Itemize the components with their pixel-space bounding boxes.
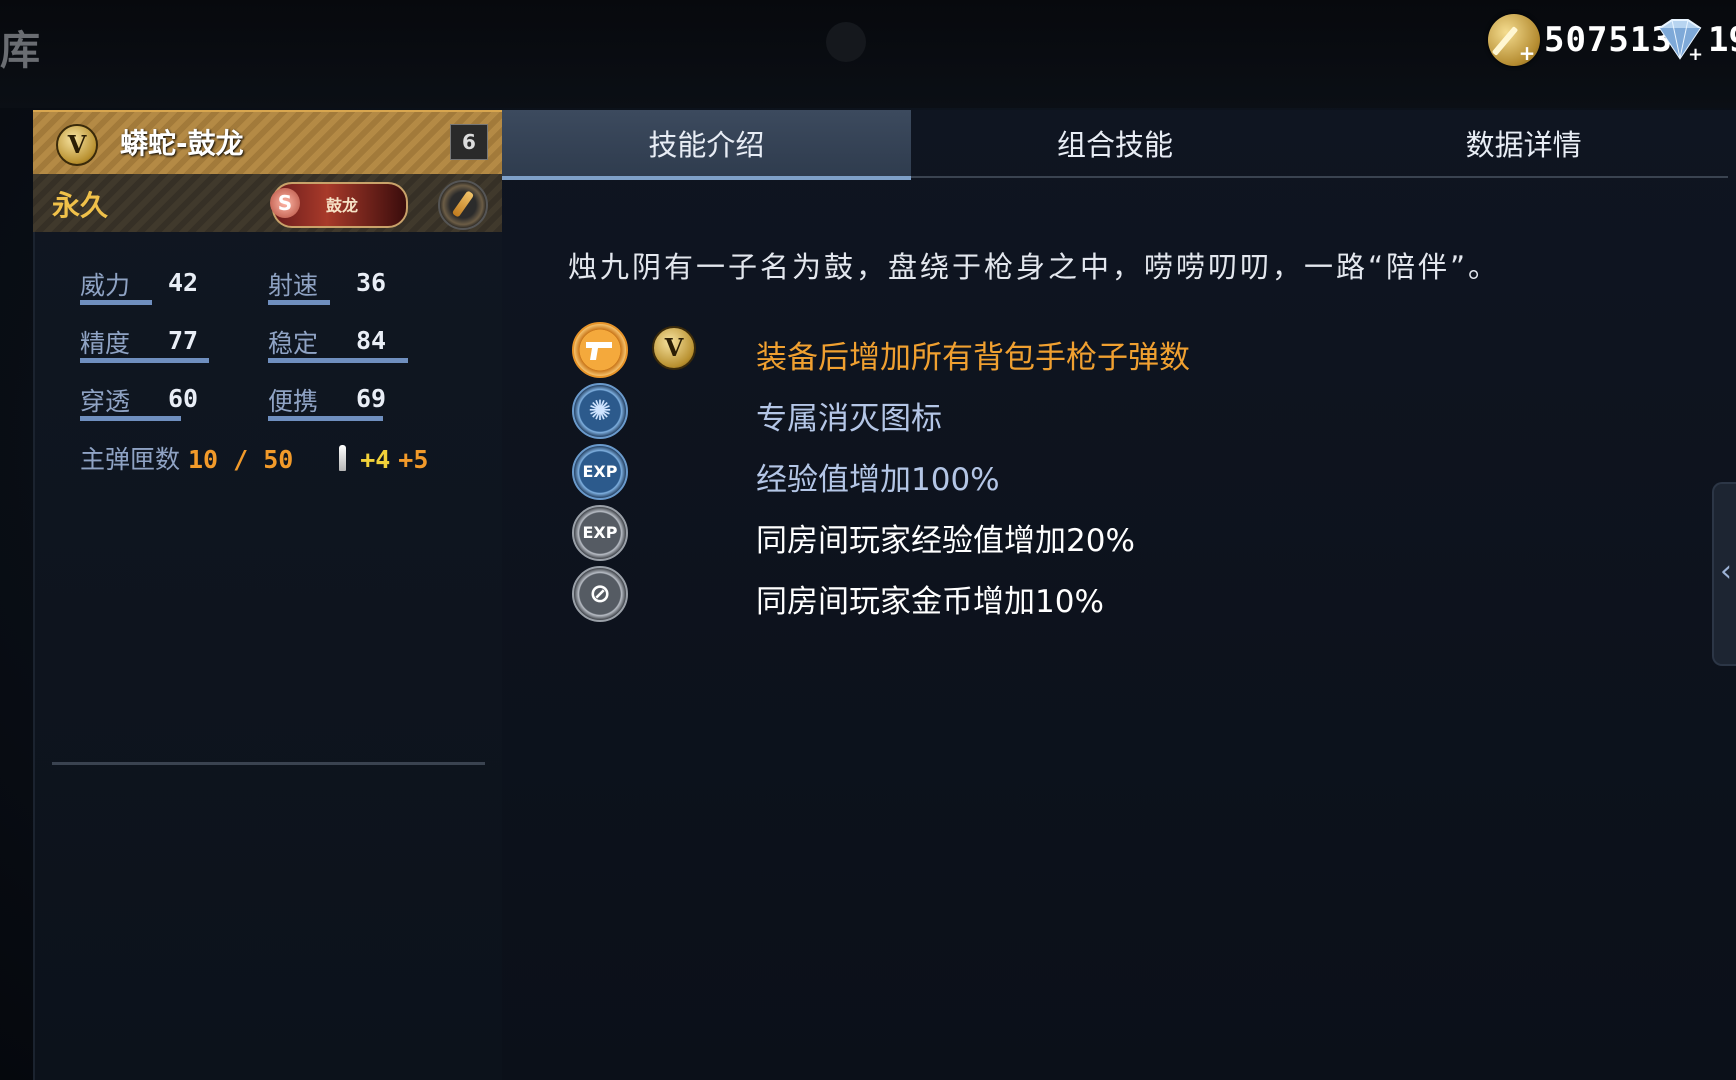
- stat-label: 射速: [268, 271, 319, 300]
- weapon-header: [33, 110, 502, 176]
- weapon-level-badge: 6: [450, 124, 488, 160]
- skill-row: V 装备后增加所有背包手枪子弹数: [572, 322, 1572, 378]
- stat-value: 69: [356, 384, 387, 413]
- top-center-indicator: [826, 22, 866, 62]
- tab-data-details[interactable]: 数据详情: [1319, 110, 1728, 176]
- diamond-icon[interactable]: +: [1652, 18, 1708, 62]
- tab-bar: 技能介绍 组合技能 数据详情: [502, 110, 1728, 180]
- ammo-label: 主弹匣数: [80, 445, 181, 474]
- skill-row: ⊘ 同房间玩家金币增加10%: [572, 566, 1572, 622]
- pistol-icon: [572, 322, 628, 378]
- panel-divider: [52, 762, 485, 765]
- weapon-duration: 永久: [52, 189, 109, 222]
- ammo-bonus-primary: +4: [360, 445, 391, 474]
- collapse-panel-handle[interactable]: ‹: [1712, 482, 1736, 666]
- skill-row: EXP 经验值增加100%: [572, 444, 1572, 500]
- stat-value: 42: [168, 268, 199, 297]
- stat-bar: [80, 300, 152, 305]
- stat-label: 穿透: [80, 387, 131, 416]
- stat-value: 77: [168, 326, 199, 355]
- top-bar: 库 + 507513 + 19: [0, 0, 1736, 108]
- skill-text: 同房间玩家金币增加10%: [756, 584, 1104, 620]
- weapon-description: 烛九阴有一子名为鼓，盘绕于枪身之中，唠唠叨叨，一路“陪伴”。: [568, 250, 1501, 284]
- add-gold-icon: +: [1518, 41, 1536, 65]
- tab-combo-skill[interactable]: 组合技能: [911, 110, 1320, 176]
- stat-bar: [268, 300, 330, 305]
- stat-value: 84: [356, 326, 387, 355]
- svg-text:+: +: [1688, 44, 1703, 62]
- gold-coin-icon[interactable]: +: [1488, 14, 1540, 66]
- stat-label: 稳定: [268, 329, 319, 358]
- chevron-left-icon: ‹: [1720, 554, 1732, 589]
- diamond-amount: 19: [1708, 20, 1736, 60]
- stat-value: 36: [356, 268, 387, 297]
- skin-s-icon: S: [270, 188, 300, 218]
- skill-text: 经验值增加100%: [756, 462, 1000, 498]
- stat-accuracy: 精度 77: [80, 324, 250, 364]
- tab-skill-intro[interactable]: 技能介绍: [502, 110, 911, 180]
- stat-bar: [80, 358, 209, 363]
- stat-fire-rate: 射速 36: [268, 266, 438, 306]
- weapon-name: 蟒蛇-鼓龙: [120, 127, 244, 160]
- skill-row: EXP 同房间玩家经验值增加20%: [572, 505, 1572, 561]
- stat-label: 便携: [268, 387, 319, 416]
- vip-v-icon: V: [652, 326, 696, 370]
- stat-label: 威力: [80, 271, 131, 300]
- stat-power: 威力 42: [80, 266, 250, 306]
- room-exp-icon: EXP: [572, 505, 628, 561]
- stat-bar: [80, 416, 181, 421]
- ammo-info: 主弹匣数 10 / 50 +4 +5: [80, 440, 428, 476]
- exp-icon: EXP: [572, 444, 628, 500]
- stat-bar: [268, 358, 408, 363]
- vip-v-icon: V: [56, 124, 98, 166]
- ammo-bonus-secondary: +5: [398, 445, 429, 474]
- skill-text: 专属消灭图标: [756, 401, 942, 437]
- skill-row: ✺ 专属消灭图标: [572, 383, 1572, 439]
- ammo-value: 10 / 50: [187, 445, 294, 474]
- stat-stability: 稳定 84: [268, 324, 438, 364]
- kill-mark-icon: ✺: [572, 383, 628, 439]
- skill-text: 装备后增加所有背包手枪子弹数: [756, 340, 1190, 376]
- skin-badge-label: 鼓龙: [326, 196, 359, 215]
- stat-bar: [268, 416, 383, 421]
- weapon-info-panel: [33, 110, 504, 1080]
- stat-penetration: 穿透 60: [80, 382, 250, 422]
- top-left-title-fragment: 库: [0, 28, 40, 74]
- stat-value: 60: [168, 384, 199, 413]
- skill-text: 同房间玩家经验值增加20%: [756, 523, 1135, 559]
- room-gold-icon: ⊘: [572, 566, 628, 622]
- weapon-detail-screen: 库 + 507513 + 19 V 蟒蛇-鼓龙 6 永久 S 鼓龙 威力 42 …: [0, 0, 1736, 1080]
- bullet-medal-icon[interactable]: [438, 180, 488, 230]
- bullet-icon: [339, 445, 347, 471]
- stat-portability: 便携 69: [268, 382, 438, 422]
- skin-badge: S 鼓龙: [270, 182, 408, 228]
- stat-label: 精度: [80, 329, 131, 358]
